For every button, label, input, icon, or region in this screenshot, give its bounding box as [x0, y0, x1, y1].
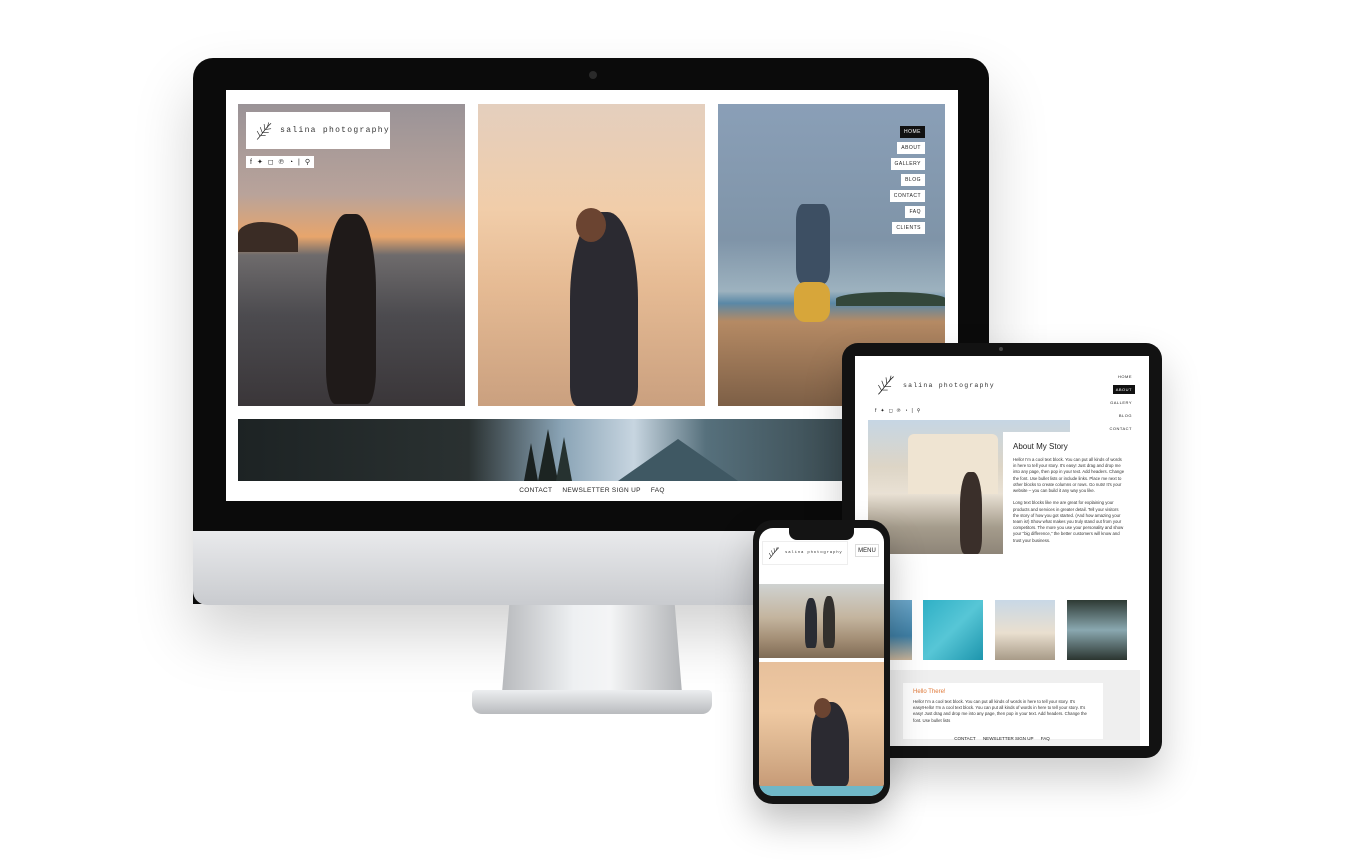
search-icon[interactable]: ⚲: [917, 408, 921, 414]
desktop-nav: HOME ABOUT GALLERY BLOG CONTACT FAQ CLIE…: [889, 126, 925, 234]
nav-contact[interactable]: CONTACT: [889, 190, 925, 202]
gallery-thumb-palace[interactable]: [995, 600, 1055, 660]
island-silhouette: [836, 292, 945, 306]
palace-building: [908, 434, 998, 494]
nav-blog[interactable]: BLOG: [901, 174, 925, 186]
fern-leaf-icon: [878, 375, 894, 395]
tablet-camera: [999, 347, 1003, 351]
nav-home[interactable]: HOME: [1115, 372, 1135, 381]
footer-contact-link[interactable]: CONTACT: [519, 487, 552, 494]
handstand-legs: [796, 204, 830, 284]
hello-heading: Hello There!: [913, 689, 946, 695]
smiling-man-photo[interactable]: [759, 662, 884, 786]
search-icon[interactable]: ⚲: [305, 158, 310, 166]
imac-stand-base: [472, 690, 712, 714]
menu-button[interactable]: MENU: [855, 544, 879, 557]
footer-faq-link[interactable]: FAQ: [1041, 736, 1050, 741]
site-logo[interactable]: salina photography: [875, 374, 995, 396]
about-paragraph-2: Long text blocks like me are great for e…: [1013, 500, 1124, 543]
traveler-silhouette: [960, 472, 982, 554]
phone-website: salina photography MENU: [759, 528, 884, 796]
social-icons: f ✦ ◻ ℗ ◔ | ⚲: [246, 156, 315, 168]
imac-stand: [502, 605, 682, 693]
imac-camera: [589, 71, 597, 79]
nav-faq[interactable]: FAQ: [905, 206, 925, 218]
nav-home[interactable]: HOME: [900, 126, 925, 138]
handstand-shirt: [794, 282, 830, 322]
about-story-card: About My Story Hello! I'm a cool text bl…: [1003, 432, 1135, 582]
woman-silhouette: [326, 214, 376, 404]
nav-about[interactable]: ABOUT: [897, 142, 925, 154]
about-paragraph-1: Hello! I'm a cool text block. You can pu…: [1013, 457, 1125, 494]
phone-notch: [789, 528, 854, 540]
person-silhouette: [823, 596, 835, 648]
footer-newsletter-link[interactable]: NEWSLETTER SIGN UP: [562, 487, 640, 494]
instagram-icon[interactable]: ◻: [889, 408, 893, 414]
fern-leaf-icon: [256, 121, 272, 140]
site-logo[interactable]: salina photography: [763, 542, 847, 564]
nav-gallery[interactable]: GALLERY: [1107, 398, 1135, 407]
hello-card: Hello There! Hello! I'm a cool text bloc…: [903, 683, 1103, 739]
tablet-footer: CONTACT NEWSLETTER SIGN UP FAQ: [855, 736, 1149, 741]
fern-leaf-icon: [768, 547, 780, 560]
next-photo-strip: [759, 786, 884, 796]
rss-icon[interactable]: ◔: [904, 408, 907, 414]
site-logo[interactable]: salina photography: [246, 112, 390, 149]
logo-text: salina photography: [280, 126, 390, 135]
footer-faq-link[interactable]: FAQ: [651, 487, 665, 494]
nav-gallery[interactable]: GALLERY: [890, 158, 925, 170]
couple-city-photo[interactable]: [759, 584, 884, 658]
gallery-thumb-waterfall[interactable]: [1067, 600, 1127, 660]
beach-woman-photo[interactable]: [238, 104, 465, 406]
man-head: [576, 208, 606, 242]
nav-blog[interactable]: BLOG: [1115, 411, 1135, 420]
twitter-icon[interactable]: ✦: [257, 158, 263, 166]
footer-newsletter-link[interactable]: NEWSLETTER SIGN UP: [983, 736, 1034, 741]
person-silhouette: [805, 598, 817, 648]
social-icons: f ✦ ◻ ℗ ◔ | ⚲: [875, 408, 920, 414]
smiling-man-photo[interactable]: [478, 104, 705, 406]
rock-silhouette: [238, 222, 298, 252]
instagram-icon[interactable]: ◻: [268, 158, 274, 166]
divider: |: [298, 158, 300, 166]
gallery-thumbnails: [868, 600, 1140, 660]
rss-icon[interactable]: ◔: [289, 159, 293, 166]
divider: |: [911, 408, 913, 414]
twitter-icon[interactable]: ✦: [880, 408, 884, 414]
tablet-website: salina photography f ✦ ◻ ℗ ◔ | ⚲ HOME AB…: [855, 356, 1149, 746]
nav-about[interactable]: ABOUT: [1112, 385, 1135, 394]
facebook-icon[interactable]: f: [875, 408, 876, 414]
about-heading: About My Story: [1013, 442, 1068, 451]
logo-text: salina photography: [785, 551, 843, 555]
gallery-thumb-pool[interactable]: [923, 600, 983, 660]
footer-contact-link[interactable]: CONTACT: [954, 736, 975, 741]
man-silhouette: [570, 212, 638, 406]
hello-text: Hello! I'm a cool text block. You can pu…: [913, 699, 1087, 723]
pinterest-icon[interactable]: ℗: [279, 159, 284, 166]
man-head: [814, 698, 831, 718]
logo-text: salina photography: [903, 381, 995, 389]
nav-clients[interactable]: CLIENTS: [892, 222, 925, 234]
facebook-icon[interactable]: f: [250, 159, 252, 166]
pinterest-icon[interactable]: ℗: [897, 408, 901, 414]
